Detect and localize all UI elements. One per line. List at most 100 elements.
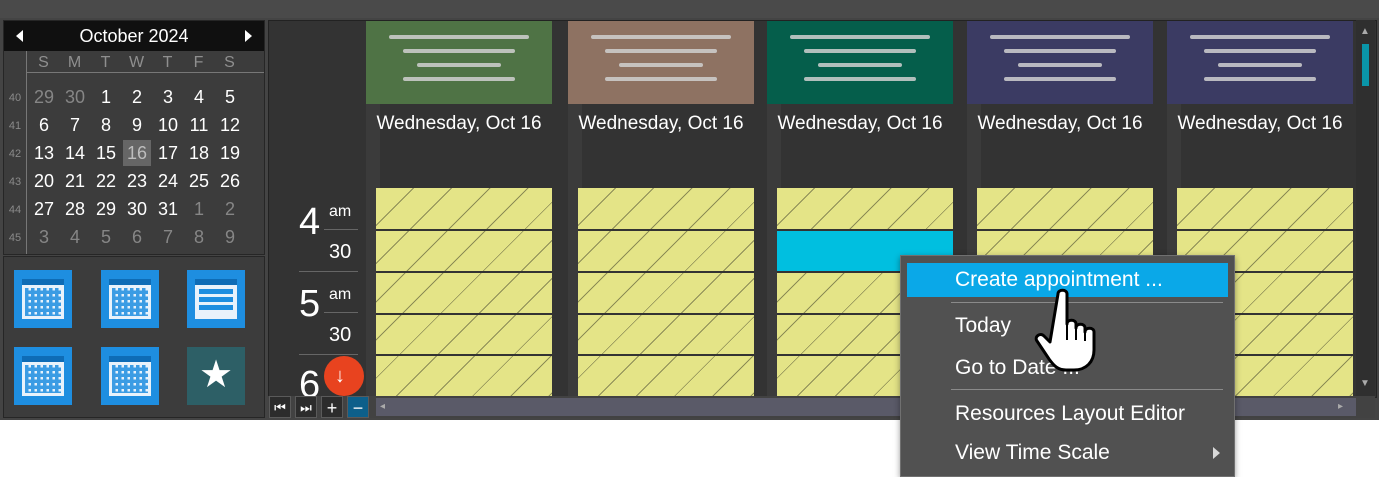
resource-date-label: Wednesday, Oct 16 xyxy=(376,113,542,134)
calendar-day[interactable]: 5 xyxy=(92,224,120,250)
week-number: 42 xyxy=(8,148,22,160)
menu-item-resources-layout-editor[interactable]: Resources Layout Editor xyxy=(907,397,1228,431)
scroll-left-icon[interactable]: ◂ xyxy=(380,398,385,416)
calendar-day[interactable]: 11 xyxy=(185,112,213,138)
calendar-day[interactable]: 18 xyxy=(185,140,213,166)
calendar-day[interactable]: 1 xyxy=(92,84,120,110)
calendar-title: October 2024 xyxy=(79,26,189,46)
calendar-day[interactable]: 23 xyxy=(123,168,151,194)
timeline-view-icon xyxy=(195,279,237,319)
zoom-out-button[interactable]: − xyxy=(347,396,369,418)
calendar-day[interactable]: 3 xyxy=(154,84,182,110)
calendar-day[interactable]: 24 xyxy=(154,168,182,194)
calendar-day[interactable]: 27 xyxy=(30,196,58,222)
calendar-day[interactable]: 7 xyxy=(154,224,182,250)
favorites-button[interactable]: ★ xyxy=(187,347,245,405)
calendar-day[interactable]: 12 xyxy=(216,112,244,138)
calendar-day[interactable]: 19 xyxy=(216,140,244,166)
time-slot-area[interactable] xyxy=(376,188,552,397)
resource-header[interactable] xyxy=(967,21,1153,104)
resource-header[interactable] xyxy=(767,21,953,104)
ampm-label: am xyxy=(329,286,352,303)
calendar-day[interactable]: 21 xyxy=(61,168,89,194)
calendar-day[interactable]: 10 xyxy=(154,112,182,138)
calendar-day[interactable]: 7 xyxy=(61,112,89,138)
resource-date-label: Wednesday, Oct 16 xyxy=(977,113,1143,134)
menu-item-view-time-scale[interactable]: View Time Scale xyxy=(907,436,1228,470)
next-month-icon[interactable] xyxy=(245,30,252,42)
scroll-down-icon[interactable]: ▼ xyxy=(1360,378,1370,389)
week-number: 45 xyxy=(8,232,22,244)
calendar-day[interactable]: 6 xyxy=(30,112,58,138)
work-week-view-button[interactable] xyxy=(101,270,159,328)
month-view-button[interactable] xyxy=(101,347,159,405)
week-view-button[interactable] xyxy=(14,347,72,405)
calendar-day[interactable]: 30 xyxy=(123,196,151,222)
skip-first-button[interactable]: ⏮ xyxy=(269,396,291,418)
time-ruler: 4 am 30 5 am 30 6 ↓ xyxy=(269,21,365,397)
scroll-up-icon[interactable]: ▲ xyxy=(1360,26,1370,37)
hour-label: 4 xyxy=(299,201,321,243)
weekday-header: F xyxy=(193,54,204,71)
weekday-header: T xyxy=(100,54,111,71)
resource-date-label: Wednesday, Oct 16 xyxy=(578,113,744,134)
calendar-day[interactable]: 14 xyxy=(61,140,89,166)
calendar-day[interactable]: 1 xyxy=(185,196,213,222)
calendar-day[interactable]: 8 xyxy=(92,112,120,138)
calendar-day[interactable]: 28 xyxy=(61,196,89,222)
calendar-day[interactable]: 31 xyxy=(154,196,182,222)
resource-column: Wednesday, Oct 16 xyxy=(568,21,768,397)
resource-header[interactable] xyxy=(366,21,552,104)
calendar-day[interactable]: 15 xyxy=(92,140,120,166)
scroll-down-button[interactable]: ↓ xyxy=(324,356,364,396)
hour-label: 6 xyxy=(299,364,321,398)
calendar-day[interactable]: 5 xyxy=(216,84,244,110)
calendar-day[interactable]: 20 xyxy=(30,168,58,194)
calendar-day[interactable]: 3 xyxy=(30,224,58,250)
half-hour-label: 30 xyxy=(329,241,352,263)
resource-header[interactable] xyxy=(1167,21,1353,104)
calendar-day[interactable]: 6 xyxy=(123,224,151,250)
week-number: 44 xyxy=(8,204,22,216)
calendar-day[interactable]: 2 xyxy=(123,84,151,110)
calendar-day[interactable]: 30 xyxy=(61,84,89,110)
scroll-right-icon[interactable]: ▸ xyxy=(1338,398,1343,416)
resource-date-label: Wednesday, Oct 16 xyxy=(777,113,943,134)
calendar-day[interactable]: 9 xyxy=(216,224,244,250)
favorites-star-icon: ★ xyxy=(198,354,234,396)
day-view-button[interactable] xyxy=(14,270,72,328)
weekday-header: W xyxy=(128,54,145,71)
vertical-scroll-thumb[interactable] xyxy=(1362,44,1369,86)
calendar-day[interactable]: 22 xyxy=(92,168,120,194)
submenu-arrow-icon xyxy=(1213,447,1220,459)
resource-header[interactable] xyxy=(568,21,754,104)
calendar-day[interactable]: 13 xyxy=(30,140,58,166)
time-slot-area[interactable] xyxy=(578,188,754,397)
hour-label: 5 xyxy=(299,283,321,325)
vertical-scrollbar[interactable]: ▲ ▼ xyxy=(1356,20,1375,396)
zoom-in-button[interactable]: + xyxy=(321,396,343,418)
weekday-header: S xyxy=(224,54,235,71)
weekday-header-row: S M TWT F S xyxy=(26,52,264,73)
calendar-day[interactable]: 4 xyxy=(61,224,89,250)
timeline-view-button[interactable] xyxy=(187,270,245,328)
calendar-day[interactable]: 16 xyxy=(123,140,151,166)
calendar-day[interactable]: 17 xyxy=(154,140,182,166)
arrow-down-icon: ↓ xyxy=(335,365,345,387)
hand-cursor-icon xyxy=(1034,288,1096,372)
calendar-day[interactable]: 2 xyxy=(216,196,244,222)
calendar-header: October 2024 xyxy=(4,21,264,51)
calendar-day[interactable]: 9 xyxy=(123,112,151,138)
skip-last-button[interactable]: ⏭ xyxy=(295,396,317,418)
resource-date-label: Wednesday, Oct 16 xyxy=(1177,113,1343,134)
week-number: 40 xyxy=(8,92,22,104)
ampm-label: am xyxy=(329,203,352,220)
calendar-day[interactable]: 26 xyxy=(216,168,244,194)
calendar-day[interactable]: 29 xyxy=(30,84,58,110)
week-number: 41 xyxy=(8,120,22,132)
calendar-day[interactable]: 4 xyxy=(185,84,213,110)
calendar-day[interactable]: 8 xyxy=(185,224,213,250)
calendar-day[interactable]: 29 xyxy=(92,196,120,222)
weekday-header: T xyxy=(162,54,173,71)
calendar-day[interactable]: 25 xyxy=(185,168,213,194)
